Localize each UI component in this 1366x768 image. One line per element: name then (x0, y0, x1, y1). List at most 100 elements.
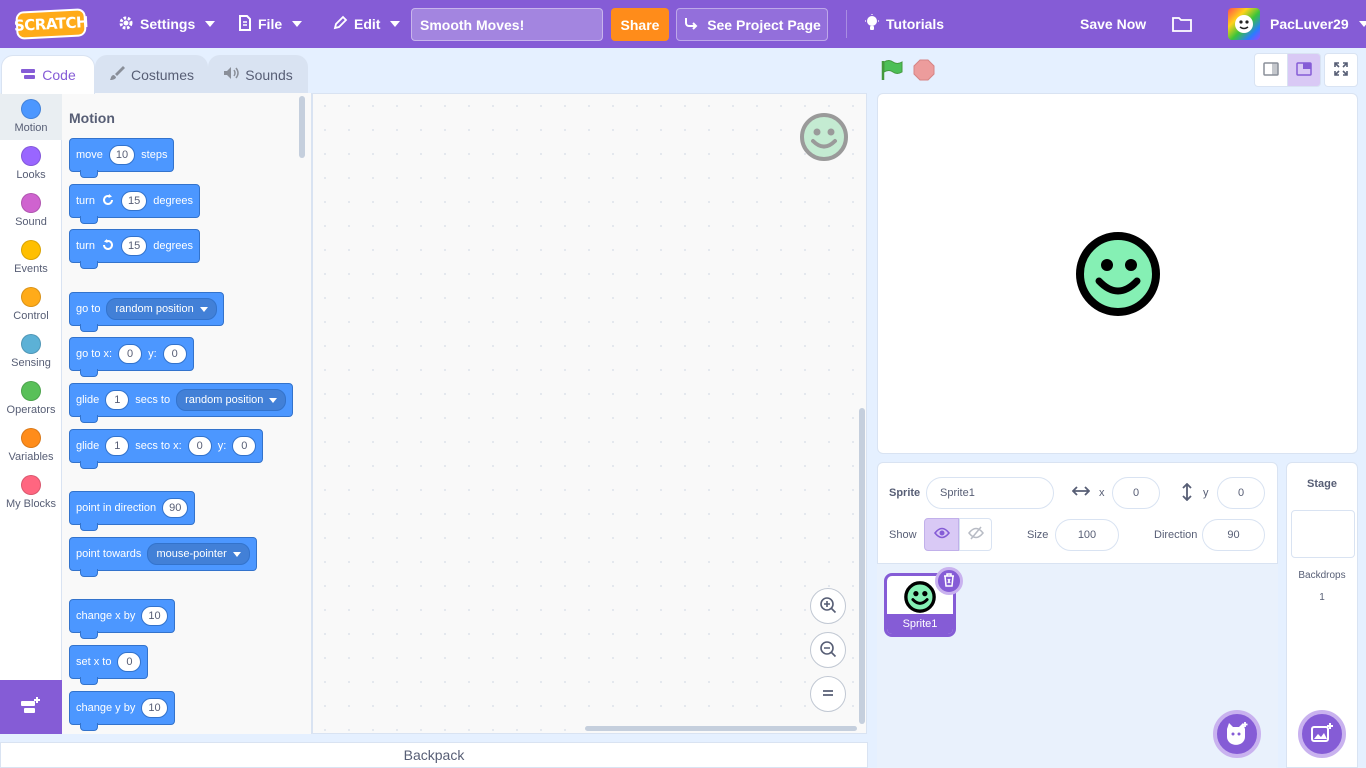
category-motion[interactable]: Motion (0, 93, 62, 140)
file-icon (238, 14, 252, 34)
block-point-in-direction[interactable]: point in direction 90 (69, 491, 196, 531)
tutorials-button[interactable]: Tutorials (864, 0, 944, 48)
block-text: glide (76, 440, 100, 452)
degrees-input[interactable]: 15 (120, 191, 148, 211)
tab-costumes[interactable]: Costumes (95, 55, 208, 93)
add-extension-button[interactable] (0, 680, 62, 734)
tutorials-label: Tutorials (886, 16, 945, 32)
see-project-page-button[interactable]: See Project Page (676, 8, 828, 41)
backdrops-count: 1 (1319, 592, 1325, 603)
block-go-to-xy[interactable]: go to x: 0 y: 0 (69, 337, 194, 377)
motion-dot-icon (21, 99, 41, 119)
category-label: Sensing (11, 357, 51, 369)
hide-sprite-button[interactable] (959, 518, 992, 551)
green-flag-button[interactable] (880, 59, 904, 84)
share-button[interactable]: Share (611, 8, 669, 41)
category-label: Sound (15, 216, 47, 228)
delete-sprite-button[interactable] (935, 567, 963, 595)
direction-input[interactable]: 90 (1202, 519, 1265, 551)
add-extension-icon (20, 696, 42, 719)
direction-input[interactable]: 90 (162, 498, 189, 518)
category-looks[interactable]: Looks (0, 140, 62, 187)
tab-code[interactable]: Code (1, 55, 95, 94)
degrees-input[interactable]: 15 (120, 236, 148, 256)
project-title-input[interactable] (411, 8, 603, 41)
dx-input[interactable]: 10 (141, 606, 168, 626)
x-input[interactable]: 0 (117, 652, 142, 672)
block-move-steps[interactable]: move 10 steps (69, 138, 175, 178)
zoom-reset-button[interactable] (810, 676, 846, 712)
block-turn-right[interactable]: turn 15 degrees (69, 184, 200, 224)
category-operators[interactable]: Operators (0, 375, 62, 422)
category-control[interactable]: Control (0, 281, 62, 328)
account-menu[interactable]: PacLuver29 (1228, 0, 1366, 48)
category-sensing[interactable]: Sensing (0, 328, 62, 375)
edit-label: Edit (354, 16, 381, 32)
stop-button[interactable] (913, 59, 935, 84)
towards-target-dropdown[interactable]: mouse-pointer (147, 543, 250, 565)
secs-input[interactable]: 1 (105, 390, 130, 410)
block-text: steps (141, 149, 168, 161)
small-stage-button[interactable] (1254, 53, 1288, 87)
category-variables[interactable]: Variables (0, 422, 62, 469)
category-my-blocks[interactable]: My Blocks (0, 469, 62, 516)
gear-icon (118, 15, 134, 34)
stage-canvas[interactable] (877, 93, 1358, 454)
block-glide-to-xy[interactable]: glide 1 secs to x: 0 y: 0 (69, 429, 264, 469)
backdrops-label: Backdrops (1298, 570, 1346, 581)
secs-input[interactable]: 1 (105, 436, 130, 456)
glide-target-dropdown[interactable]: random position (176, 389, 287, 411)
normal-stage-button[interactable] (1287, 53, 1321, 87)
sprite-name-label: Sprite (889, 487, 921, 499)
goto-target-dropdown[interactable]: random position (106, 298, 217, 320)
save-now-button[interactable]: Save Now (1080, 0, 1146, 48)
block-text: glide (76, 394, 100, 406)
zoom-out-button[interactable] (810, 632, 846, 668)
script-horizontal-scrollbar[interactable] (585, 726, 857, 731)
block-turn-left[interactable]: turn 15 degrees (69, 229, 200, 269)
zoom-in-button[interactable] (810, 588, 846, 624)
horizontal-arrows-icon (1071, 485, 1091, 500)
steps-input[interactable]: 10 (108, 145, 136, 165)
sprite-name-input[interactable]: Sprite1 (926, 477, 1054, 509)
y-input[interactable]: 0 (162, 344, 187, 364)
y-input[interactable]: 0 (232, 436, 257, 456)
x-input[interactable]: 0 (118, 344, 143, 364)
block-text: go to x: (76, 348, 113, 360)
pencil-icon (332, 15, 348, 34)
chevron-down-icon (390, 21, 401, 27)
block-point-towards[interactable]: point towards mouse-pointer (69, 537, 257, 577)
block-change-y[interactable]: change y by 10 (69, 691, 175, 731)
settings-label: Settings (140, 16, 196, 32)
my-stuff-folder-icon[interactable] (1172, 0, 1192, 48)
dy-input[interactable]: 10 (141, 698, 168, 718)
block-change-x[interactable]: change x by 10 (69, 599, 175, 639)
x-position-input[interactable]: 0 (1112, 477, 1160, 509)
palette-scrollbar[interactable] (299, 96, 305, 158)
block-glide-to[interactable]: glide 1 secs to random position (69, 383, 294, 423)
tab-sounds[interactable]: Sounds (208, 55, 308, 93)
scratch-logo[interactable]: SCRATCH (14, 8, 88, 40)
menu-bar: SCRATCH Settings File Edit Share See Pro… (0, 0, 1366, 48)
block-go-to[interactable]: go to random position (69, 292, 224, 332)
x-input[interactable]: 0 (187, 436, 212, 456)
category-events[interactable]: Events (0, 234, 62, 281)
sprite-list: Sprite1 (877, 563, 1278, 768)
size-input[interactable]: 100 (1055, 519, 1119, 551)
code-icon (20, 67, 36, 83)
category-label: Operators (6, 404, 56, 416)
backpack-bar[interactable]: Backpack (0, 742, 868, 768)
sprite-smiley-icon[interactable] (1075, 231, 1161, 320)
choose-sprite-button[interactable] (1213, 710, 1261, 758)
fullscreen-button[interactable] (1324, 53, 1358, 87)
y-position-input[interactable]: 0 (1217, 477, 1265, 509)
script-vertical-scrollbar[interactable] (859, 408, 865, 724)
choose-backdrop-button[interactable] (1298, 710, 1346, 758)
show-sprite-button[interactable] (924, 518, 959, 551)
settings-menu[interactable]: Settings (118, 0, 216, 48)
block-set-x[interactable]: set x to 0 (69, 645, 149, 685)
edit-menu[interactable]: Edit (332, 0, 401, 48)
script-area[interactable] (312, 93, 867, 734)
file-menu[interactable]: File (238, 0, 303, 48)
category-sound[interactable]: Sound (0, 187, 62, 234)
